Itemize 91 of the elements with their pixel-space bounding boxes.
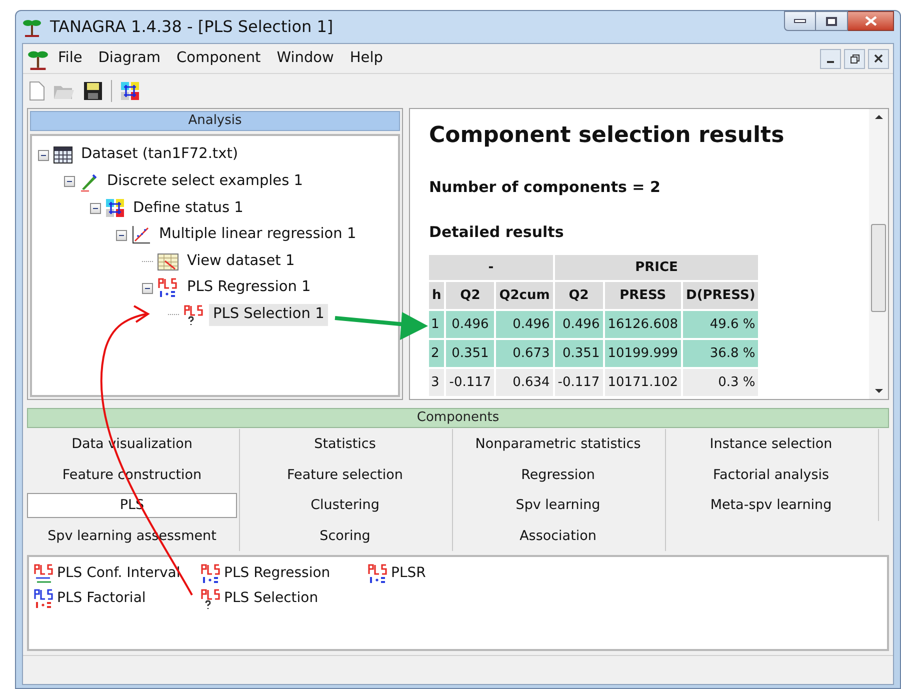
results-summary: Number of components = 2 <box>429 177 662 198</box>
maximize-button[interactable] <box>816 11 848 31</box>
panel-header: Components <box>27 408 889 428</box>
table-cell-text: 0.496 <box>512 316 551 334</box>
menu-item[interactable]: Help <box>342 48 390 70</box>
category-tab[interactable]: Meta-spv learning <box>666 492 876 518</box>
category-tab[interactable]: Spv learning <box>453 492 663 518</box>
restore-icon <box>850 54 860 64</box>
minimize-button[interactable] <box>784 11 816 31</box>
table-cell-text: -0.117 <box>448 374 492 392</box>
menu-item[interactable]: Diagram <box>91 48 168 70</box>
table-cell-text: 49.6 % <box>708 316 756 334</box>
scatter-plot-icon <box>131 225 151 246</box>
close-button[interactable] <box>868 48 889 68</box>
minimize-button[interactable] <box>820 48 841 68</box>
table-column-header: Q2 <box>446 282 494 309</box>
expander-icon[interactable] <box>142 282 153 294</box>
table-cell-text: 0.351 <box>562 344 601 363</box>
table-cell-text: 2 <box>430 344 440 363</box>
pencil-icon <box>79 172 99 192</box>
table-group-header: PRICE <box>554 255 758 280</box>
table-column-header: D(PRESS) <box>683 282 758 309</box>
table-cell-text: 0.673 <box>512 344 551 363</box>
table-cell-text: 0.3 % <box>717 374 756 392</box>
expander-icon[interactable] <box>64 176 75 188</box>
category-tab[interactable]: Statistics <box>240 432 450 457</box>
tool-item[interactable]: PLS Regression <box>224 563 330 584</box>
tree-item[interactable]: Multiple linear regression 1 <box>155 224 360 246</box>
tree-item[interactable]: PLS Selection 1 <box>209 304 328 326</box>
table-cell-text: 0.496 <box>450 316 490 334</box>
table-column-header: Q2 <box>554 282 603 309</box>
tool-item[interactable]: PLS Selection <box>224 588 318 609</box>
tool-item[interactable]: PLS Factorial <box>57 588 146 609</box>
table-cell-text: 36.8 % <box>708 344 756 363</box>
tree-item[interactable]: PLS Regression 1 <box>183 277 315 300</box>
pls-question-icon <box>200 588 222 610</box>
table-column-header: h <box>429 282 444 309</box>
save-icon[interactable] <box>83 81 103 101</box>
expander-icon[interactable] <box>116 230 127 241</box>
menu-item[interactable]: Component <box>170 48 268 70</box>
palm-tree-icon <box>22 17 42 37</box>
category-tab[interactable]: Feature selection <box>240 462 450 488</box>
results-subtitle: Detailed results <box>429 222 565 242</box>
menu-item[interactable]: File <box>51 48 90 70</box>
table-group-header: - <box>429 255 553 280</box>
restore-button[interactable] <box>844 48 865 68</box>
category-tab[interactable]: Regression <box>453 462 663 488</box>
table-cell-text: -0.117 <box>556 374 601 392</box>
category-tab[interactable]: Factorial analysis <box>666 462 876 488</box>
table-cell-text: 10171.102 <box>606 374 680 392</box>
table-cell-text: 10199.999 <box>606 344 680 363</box>
pls-icon <box>157 277 179 300</box>
table-icon <box>53 146 73 164</box>
pls-icon <box>33 588 55 610</box>
arrows-icon <box>105 198 125 218</box>
table-cell-text: 1 <box>430 316 440 334</box>
tree-item[interactable]: Dataset (tan1F72.txt) <box>77 144 242 166</box>
table-column-header: PRESS <box>604 282 682 309</box>
new-file-icon[interactable] <box>29 81 45 101</box>
panel-header: Analysis <box>30 111 400 131</box>
arrows-icon[interactable] <box>120 81 140 101</box>
tree-item[interactable]: Discrete select examples 1 <box>103 171 307 193</box>
spreadsheet-icon <box>157 252 179 271</box>
expander-icon[interactable] <box>90 202 101 214</box>
tree-item[interactable]: Define status 1 <box>129 198 248 220</box>
table-column-header: Q2cum <box>496 282 553 309</box>
close-icon <box>864 16 876 26</box>
pls-question-icon <box>183 304 205 326</box>
tool-item[interactable]: PLSR <box>391 563 426 584</box>
pls-icon <box>367 562 389 584</box>
category-tab[interactable]: Instance selection <box>666 432 876 457</box>
table-cell-text: 3 <box>430 374 440 392</box>
table-cell-text: 0.351 <box>450 344 490 363</box>
pls-interval-icon <box>33 562 55 584</box>
tree-item[interactable]: View dataset 1 <box>183 250 299 273</box>
category-tab[interactable]: Scoring <box>240 523 450 548</box>
category-tab[interactable]: Nonparametric statistics <box>453 432 663 457</box>
window-title: TANAGRA 1.4.38 - [PLS Selection 1] <box>50 16 334 38</box>
category-tab[interactable]: Clustering <box>240 492 450 518</box>
pls-icon <box>200 562 222 584</box>
close-icon <box>874 54 883 63</box>
table-cell-text: 16126.608 <box>606 316 680 334</box>
menu-item[interactable]: Window <box>270 48 341 70</box>
table-cell-text: 0.634 <box>512 374 551 392</box>
tool-item[interactable]: PLS Conf. Interval <box>57 563 180 584</box>
category-tab[interactable]: Association <box>453 523 663 548</box>
results-title: Component selection results <box>429 122 786 150</box>
table-cell-text: 0.496 <box>562 316 601 334</box>
scrollbar[interactable] <box>869 109 888 399</box>
close-button[interactable] <box>848 11 894 31</box>
expander-icon[interactable] <box>38 150 49 161</box>
